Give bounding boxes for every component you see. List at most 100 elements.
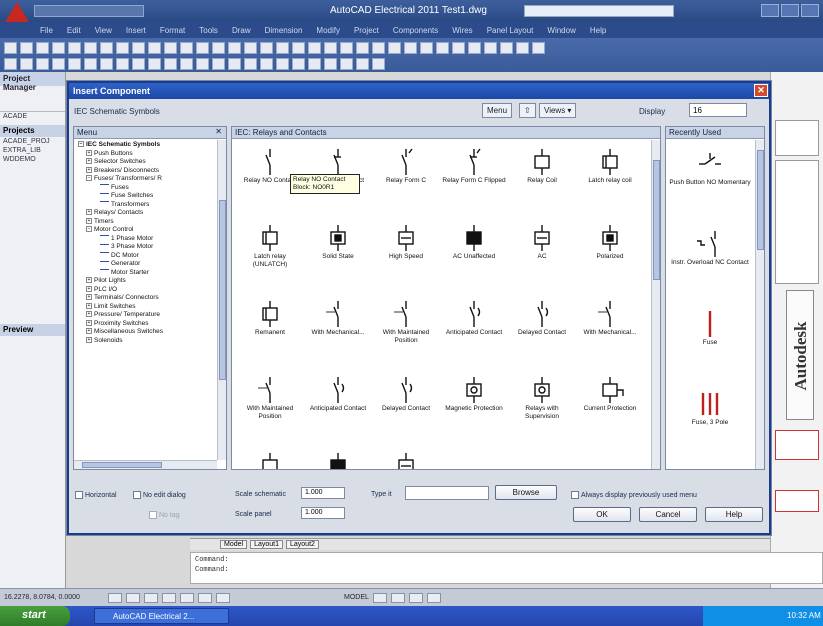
toolbar-tool-icon[interactable]	[196, 58, 209, 70]
horizontal-checkbox[interactable]	[75, 491, 83, 499]
autodesk-tab[interactable]: Autodesk	[786, 290, 814, 420]
toolbar-tool-icon[interactable]	[164, 42, 177, 54]
expand-icon[interactable]: +	[86, 328, 92, 335]
symbol-tile[interactable]: Remanent	[236, 295, 304, 371]
toolbar-tool-icon[interactable]	[276, 58, 289, 70]
toolbar-tool-icon[interactable]	[52, 58, 65, 70]
symbol-tile[interactable]: With Maintained Position	[372, 295, 440, 371]
autocad-logo-icon[interactable]	[4, 2, 30, 24]
toolbar-tool-icon[interactable]	[292, 58, 305, 70]
no-tag-option[interactable]: No tag	[149, 511, 180, 519]
menu-item[interactable]: Window	[547, 26, 575, 35]
always-display-option[interactable]: Always display previously used menu	[571, 491, 697, 499]
project-item[interactable]: EXTRA_LIB	[0, 146, 65, 155]
toolbar-tool-icon[interactable]	[52, 42, 65, 54]
toolbar-tool-icon[interactable]	[340, 42, 353, 54]
views-button[interactable]: Views ▾	[539, 103, 577, 118]
toolbar-tool-icon[interactable]	[388, 42, 401, 54]
maximize-icon[interactable]	[781, 4, 799, 17]
tree-item[interactable]: + Terminals/ Connectors	[76, 294, 212, 303]
tree-item[interactable]: DC Motor	[76, 252, 212, 261]
tree-item[interactable]: + Selector Switches	[76, 158, 212, 167]
toolbar-tool-icon[interactable]	[372, 58, 385, 70]
grid-toggle[interactable]	[126, 592, 140, 603]
symbol-tile[interactable]: Delayed Contact	[372, 371, 440, 447]
toolbar-tool-icon[interactable]	[132, 42, 145, 54]
tab-model[interactable]: Model	[220, 540, 248, 549]
no-edit-dialog-option[interactable]: No edit dialog	[133, 491, 186, 499]
model-space-label[interactable]: MODEL	[344, 594, 369, 601]
collapse-icon[interactable]: −	[86, 226, 92, 233]
symbol-tile[interactable]: Latch relay coil	[576, 143, 644, 219]
workspace-toggle[interactable]	[408, 592, 423, 603]
tree-item[interactable]: + Pilot Lights	[76, 277, 212, 286]
menu-item[interactable]: Panel Layout	[487, 26, 534, 35]
project-item[interactable]: ACADE_PROJ	[0, 137, 65, 146]
symbol-tile[interactable]: Delayed Contact	[508, 295, 576, 371]
quick-access-toolbar[interactable]	[34, 5, 144, 17]
symbol-tile[interactable]: With Mechanical...	[304, 295, 372, 371]
toolbar-tool-icon[interactable]	[324, 58, 337, 70]
type-it-input[interactable]	[405, 486, 489, 500]
tree-item[interactable]: 3 Phase Motor	[76, 243, 212, 252]
command-line[interactable]: Command: Command:	[190, 552, 823, 584]
toolbar-tool-icon[interactable]	[116, 58, 129, 70]
up-folder-icon[interactable]: ⇧	[519, 103, 536, 118]
recent-symbol-tile[interactable]	[666, 469, 754, 470]
osnap-toggle[interactable]	[180, 592, 194, 603]
menu-view-button[interactable]: Menu	[482, 103, 513, 118]
symbol-tile[interactable]: Relay Form C Flipped	[440, 143, 508, 219]
expand-icon[interactable]: +	[86, 285, 92, 292]
start-button[interactable]: start	[0, 606, 70, 626]
toolbar-tool-icon[interactable]	[100, 42, 113, 54]
symbol-tile[interactable]: AC	[508, 219, 576, 295]
tree-item[interactable]: + Timers	[76, 218, 212, 227]
tree-item[interactable]: Fuse Switches	[76, 192, 212, 201]
toolbar-tool-icon[interactable]	[132, 58, 145, 70]
menu-item[interactable]: Project	[354, 26, 379, 35]
symbol-tile[interactable]	[304, 447, 372, 469]
tree-item[interactable]: + Breakers/ Disconnects	[76, 167, 212, 176]
scroll-thumb[interactable]	[653, 160, 660, 280]
menu-item[interactable]: Modify	[316, 26, 340, 35]
help-button[interactable]: Help	[705, 507, 763, 522]
tree-item[interactable]: + Miscellaneous Switches	[76, 328, 212, 337]
tree-item[interactable]: + Push Buttons	[76, 150, 212, 159]
toolbar-tool-icon[interactable]	[148, 42, 161, 54]
menu-item[interactable]: Components	[393, 26, 438, 35]
ok-button[interactable]: OK	[573, 507, 631, 522]
project-item[interactable]: WDDEMO	[0, 155, 65, 164]
scale-panel-input[interactable]: 1.000	[301, 507, 345, 519]
expand-icon[interactable]: +	[86, 149, 92, 156]
toolbar-tool-icon[interactable]	[324, 42, 337, 54]
toolbar-tool-icon[interactable]	[68, 58, 81, 70]
symbol-tile[interactable]: Anticipated Contact	[304, 371, 372, 447]
expand-icon[interactable]: +	[86, 302, 92, 309]
annotation-toggle[interactable]	[390, 592, 405, 603]
expand-icon[interactable]: +	[86, 319, 92, 326]
toolbar-tool-icon[interactable]	[308, 42, 321, 54]
toolbar-tool-icon[interactable]	[36, 42, 49, 54]
otrack-toggle[interactable]	[198, 592, 212, 603]
toolbar-tool-icon[interactable]	[260, 42, 273, 54]
horizontal-option[interactable]: Horizontal	[75, 491, 117, 499]
expand-icon[interactable]: +	[86, 217, 92, 224]
toolbar-tool-icon[interactable]	[484, 42, 497, 54]
toolbar-tool-icon[interactable]	[468, 42, 481, 54]
tree-item[interactable]: Generator	[76, 260, 212, 269]
collapse-icon[interactable]: −	[86, 175, 92, 182]
recent-symbol-tile[interactable]: Fuse	[666, 309, 754, 385]
tree-item[interactable]: Fuses	[76, 184, 212, 193]
recent-vertical-scrollbar[interactable]	[755, 140, 764, 469]
tree-item[interactable]: − IEC Schematic Symbols	[76, 141, 212, 150]
tree-item[interactable]: + Proximity Switches	[76, 320, 212, 329]
layout-toggle[interactable]	[372, 592, 387, 603]
dyn-toggle[interactable]	[216, 592, 230, 603]
symbol-tile[interactable]: Magnetic Protection	[440, 371, 508, 447]
symbol-tile[interactable]: Relay Coil	[508, 143, 576, 219]
minimize-icon[interactable]	[761, 4, 779, 17]
toolbar-tool-icon[interactable]	[4, 42, 17, 54]
toolbar-tool-icon[interactable]	[532, 42, 545, 54]
toolbar-tool-icon[interactable]	[276, 42, 289, 54]
toolbar-tool-icon[interactable]	[356, 42, 369, 54]
